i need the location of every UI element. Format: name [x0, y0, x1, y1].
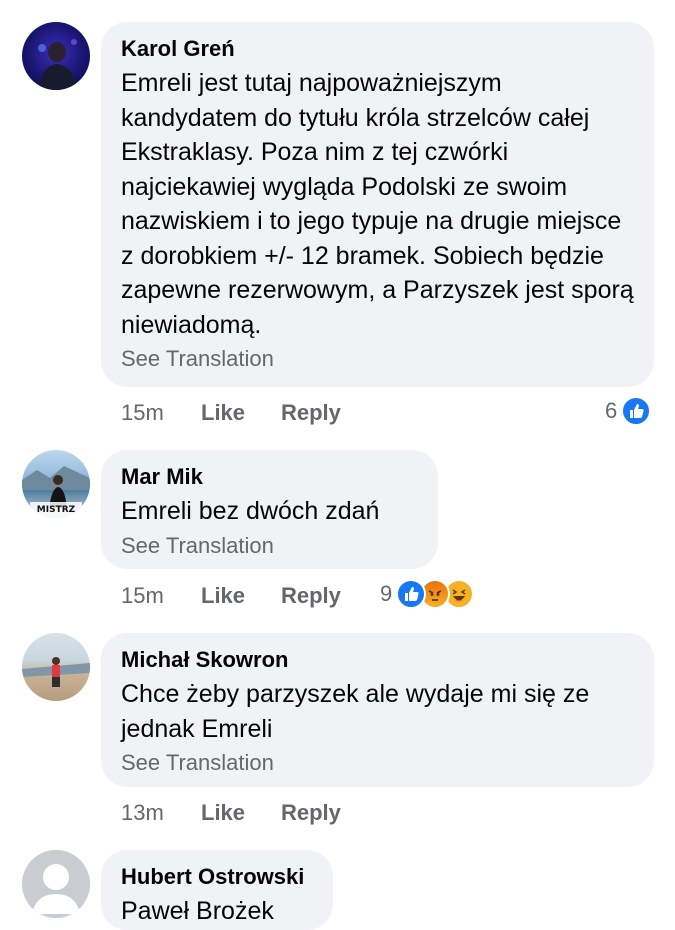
- like-button[interactable]: Like: [201, 398, 281, 428]
- like-icon: [621, 396, 652, 426]
- comment-text: Emreli bez dwóch zdań: [121, 497, 380, 525]
- see-translation-link[interactable]: See Translation: [121, 748, 634, 778]
- avatar-photo: [22, 657, 90, 687]
- avatar-photo: [38, 39, 78, 90]
- comment-time[interactable]: 15m: [121, 398, 201, 428]
- like-icon: [396, 579, 427, 609]
- avatar[interactable]: [22, 633, 90, 701]
- comment-actions: 13m Like Reply: [121, 798, 341, 828]
- comment-actions: 15m Like Reply: [121, 398, 341, 428]
- comment-bubble: Mar Mik Emreli bez dwóch zdań See Transl…: [101, 450, 438, 569]
- avatar-photo: MISTRZ: [22, 466, 90, 518]
- reply-button[interactable]: Reply: [281, 798, 341, 828]
- reaction-count: 6: [605, 398, 618, 423]
- comment-author[interactable]: Mar Mik: [121, 464, 418, 490]
- comment-actions: 15m Like Reply: [121, 581, 341, 611]
- avatar[interactable]: MISTRZ: [22, 450, 90, 518]
- comment-author[interactable]: Karol Greń: [121, 36, 634, 62]
- see-translation-link[interactable]: See Translation: [121, 531, 418, 561]
- reply-button[interactable]: Reply: [281, 398, 341, 428]
- comment-text: Chce żeby parzyszek ale wydaje mi się ze…: [121, 680, 590, 743]
- like-button[interactable]: Like: [201, 581, 281, 611]
- comment-author[interactable]: Michał Skowron: [121, 647, 634, 673]
- comment-time[interactable]: 15m: [121, 581, 201, 611]
- avatar-caption: MISTRZ: [37, 505, 76, 515]
- comment-bubble: Hubert Ostrowski Paweł Brożek: [101, 850, 333, 930]
- comment-time[interactable]: 13m: [121, 798, 201, 828]
- reaction-summary[interactable]: 9: [380, 579, 475, 609]
- reply-button[interactable]: Reply: [281, 581, 341, 611]
- reaction-summary[interactable]: 6: [605, 396, 652, 426]
- comment-author[interactable]: Hubert Ostrowski: [121, 864, 313, 890]
- like-button[interactable]: Like: [201, 798, 281, 828]
- comment-bubble: Michał Skowron Chce żeby parzyszek ale w…: [101, 633, 654, 787]
- comment-text: Paweł Brożek: [121, 897, 274, 925]
- see-translation-link[interactable]: See Translation: [121, 344, 634, 374]
- comment-bubble: Karol Greń Emreli jest tutaj najpoważnie…: [101, 22, 654, 387]
- reaction-count: 9: [380, 581, 393, 606]
- avatar[interactable]: [22, 22, 90, 90]
- comment-text: Emreli jest tutaj najpoważniejszym kandy…: [121, 69, 634, 339]
